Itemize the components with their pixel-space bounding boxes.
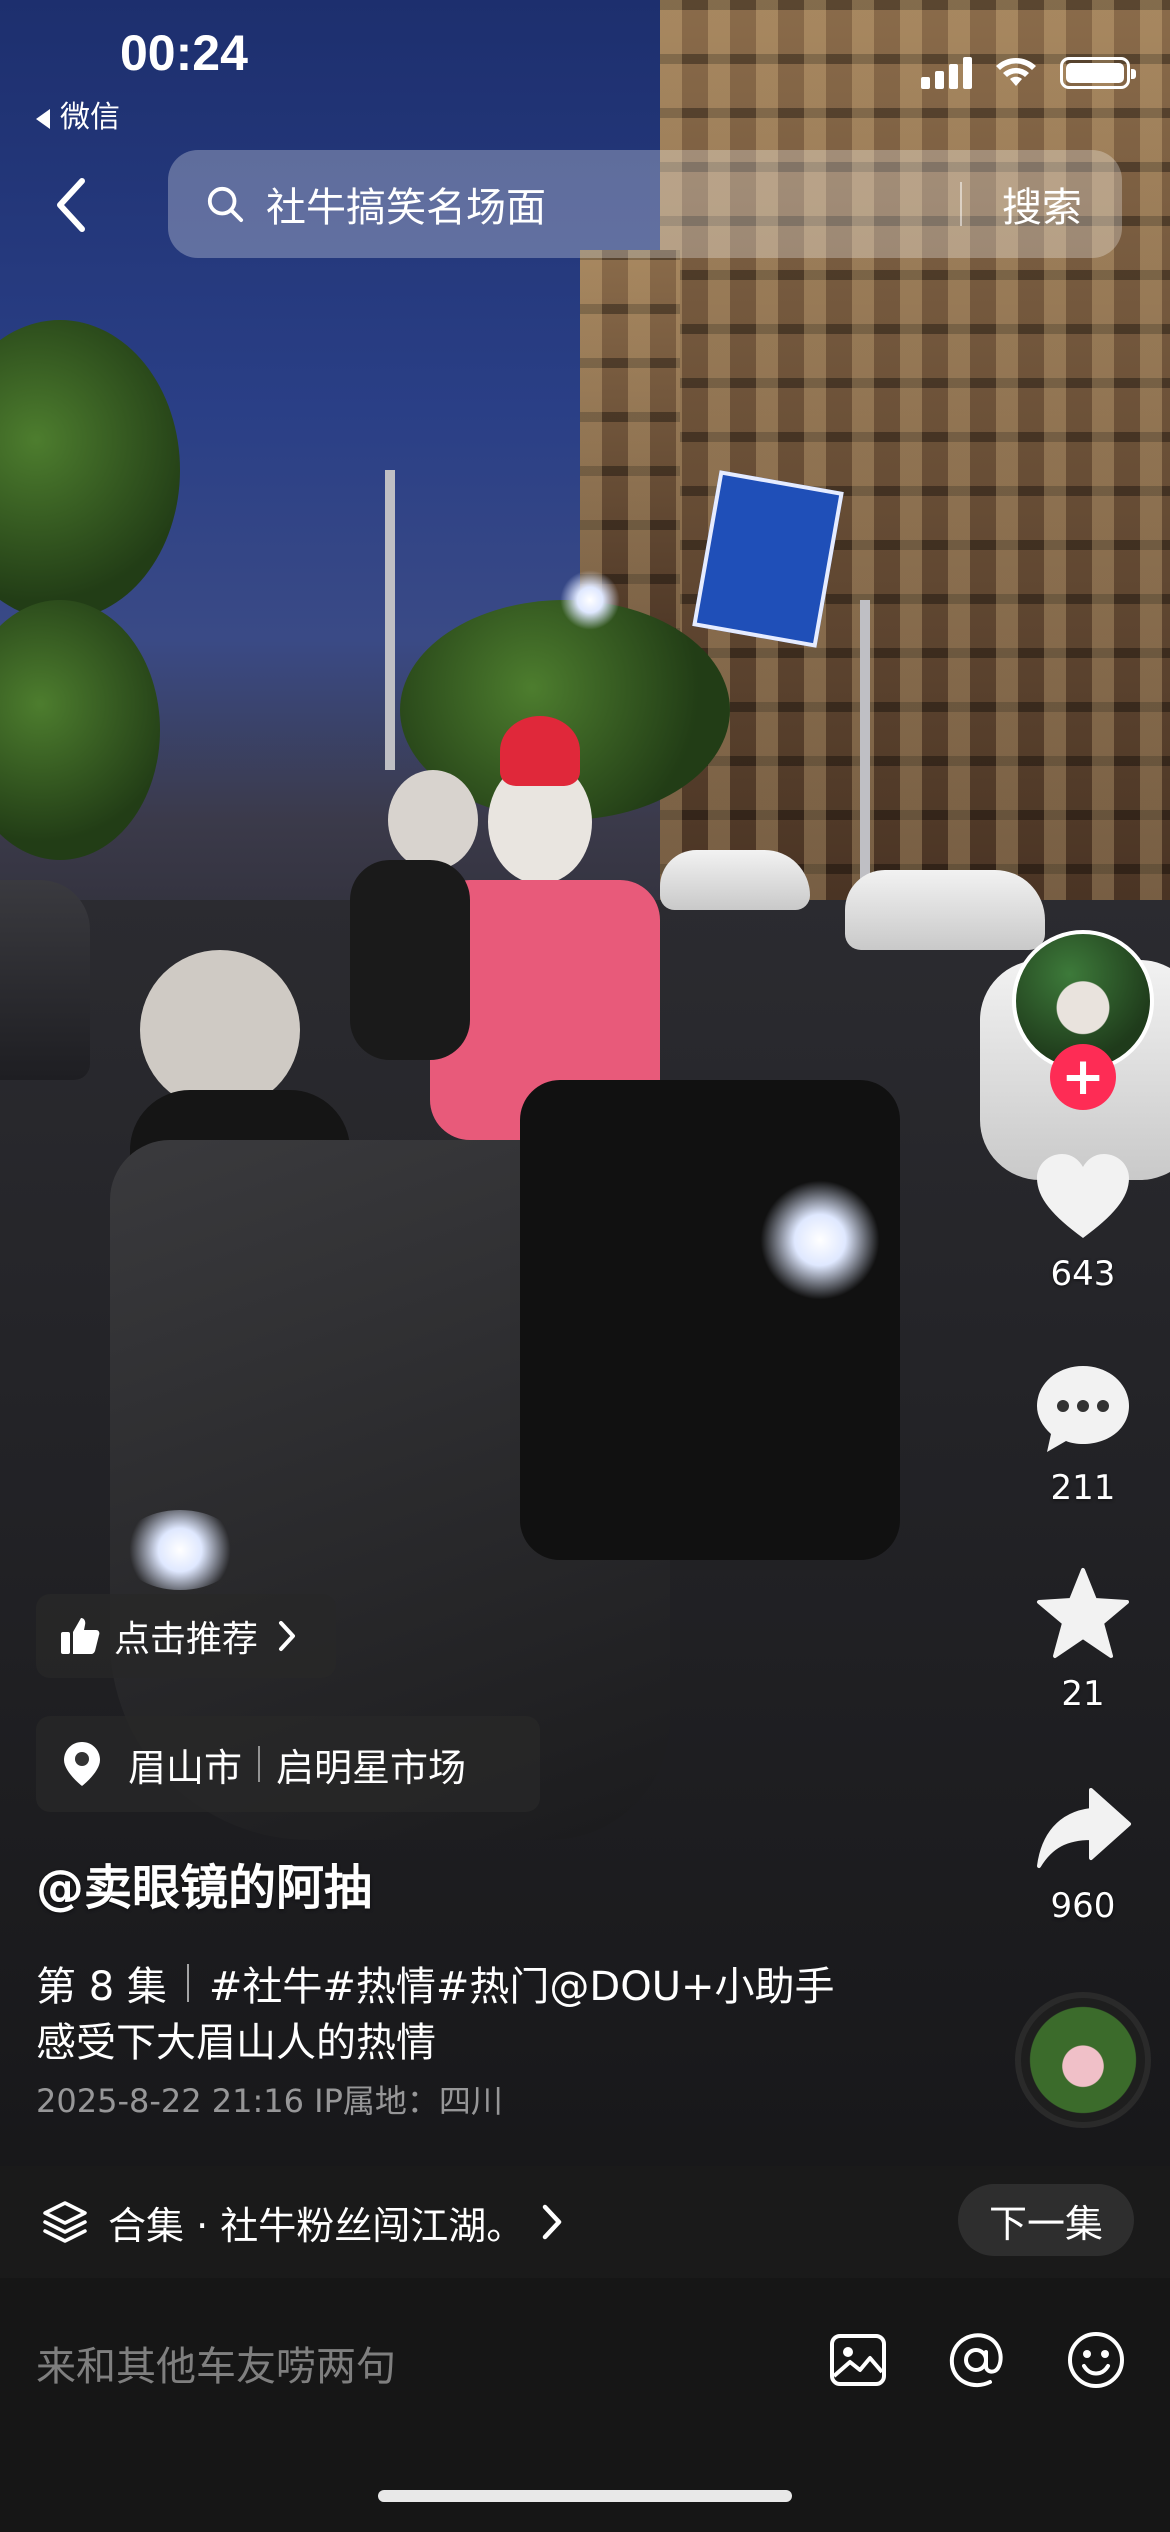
collection-bar[interactable]: 合集 · 社牛粉丝闯江湖。 下一集 bbox=[0, 2166, 1170, 2278]
collection-title: 合集 · 社牛粉丝闯江湖。 bbox=[108, 2203, 525, 2248]
mention-icon[interactable] bbox=[944, 2328, 1008, 2392]
rider-helmet bbox=[140, 950, 300, 1110]
emoji-icon[interactable] bbox=[1064, 2328, 1128, 2392]
back-arrow-icon bbox=[57, 178, 85, 232]
motorcycle bbox=[520, 1080, 900, 1560]
recommend-label: 点击推荐 bbox=[114, 1619, 259, 1660]
back-to-app[interactable]: 微信 bbox=[36, 92, 120, 136]
comment-button[interactable]: 211 bbox=[1030, 1360, 1136, 1508]
battery-level bbox=[1066, 63, 1124, 83]
follow-plus-icon[interactable]: + bbox=[1050, 1044, 1116, 1110]
rider-mask bbox=[388, 770, 478, 870]
tower bbox=[385, 470, 395, 770]
location-place: 启明星市场 bbox=[276, 1745, 467, 1790]
screen: 00:24 微信 社牛搞笑名场面 搜索 + 643 211 21 960 点击推… bbox=[0, 0, 1170, 2532]
chevron-right-icon bbox=[279, 1621, 296, 1651]
location-city: 眉山市 bbox=[128, 1745, 243, 1790]
like-count: 643 bbox=[1050, 1254, 1116, 1294]
caption-line: 第 8 集 #社牛#热情#热门@DOU+小助手 bbox=[36, 1954, 835, 2012]
rider-mohawk bbox=[500, 716, 580, 786]
tree bbox=[0, 600, 160, 860]
episode-label[interactable]: 第 8 集 bbox=[36, 1954, 167, 2012]
search-button[interactable]: 搜索 bbox=[962, 175, 1122, 233]
caption-divider bbox=[186, 1964, 189, 2002]
layers-icon bbox=[43, 2201, 87, 2243]
search-icon bbox=[207, 186, 244, 223]
music-disc[interactable] bbox=[1015, 1992, 1151, 2128]
author-name[interactable]: @卖眼镜的阿抽 bbox=[36, 1848, 372, 1918]
heart-icon bbox=[1037, 1154, 1129, 1238]
tree bbox=[0, 320, 180, 620]
status-icons bbox=[921, 56, 1136, 90]
sign-pole bbox=[860, 600, 870, 900]
favorite-button[interactable]: 21 bbox=[1030, 1566, 1136, 1714]
star-icon bbox=[1037, 1568, 1129, 1658]
share-button[interactable]: 960 bbox=[1030, 1784, 1136, 1926]
home-indicator[interactable] bbox=[378, 2490, 792, 2502]
back-button[interactable] bbox=[40, 170, 100, 240]
recommend-button[interactable]: 点击推荐 bbox=[36, 1594, 336, 1678]
rider-shirt bbox=[350, 860, 470, 1060]
favorite-count: 21 bbox=[1061, 1674, 1105, 1714]
description: 感受下大眉山人的热情 bbox=[36, 2020, 436, 2066]
post-meta: 2025-8-22 21:16 IP属地：四川 bbox=[36, 2082, 503, 2120]
status-bar: 00:24 微信 bbox=[0, 0, 1170, 140]
comment-input[interactable]: 来和其他车友唠两句 bbox=[36, 2334, 396, 2392]
clock: 00:24 bbox=[120, 25, 248, 81]
image-icon[interactable] bbox=[826, 2328, 890, 2392]
car bbox=[0, 880, 90, 1080]
search-bar[interactable]: 社牛搞笑名场面 搜索 bbox=[168, 150, 1122, 258]
like-button[interactable]: 643 bbox=[1030, 1150, 1136, 1294]
comment-count: 211 bbox=[1050, 1468, 1116, 1508]
location-tag[interactable]: 眉山市 启明星市场 bbox=[36, 1716, 540, 1812]
location-divider bbox=[258, 1746, 261, 1782]
thumbs-up-icon bbox=[61, 1618, 100, 1654]
car bbox=[660, 850, 810, 910]
share-icon bbox=[1037, 1788, 1131, 1868]
back-triangle-icon bbox=[36, 108, 50, 129]
hashtags[interactable]: #社牛#热情#热门@DOU+小助手 bbox=[209, 1954, 835, 2012]
back-app-label: 微信 bbox=[60, 100, 120, 135]
car bbox=[845, 870, 1045, 950]
location-pin-icon bbox=[64, 1742, 100, 1786]
headlight bbox=[760, 1180, 880, 1300]
cellular-signal-icon bbox=[921, 57, 972, 89]
chevron-right-icon bbox=[543, 2204, 562, 2240]
video-player[interactable] bbox=[0, 0, 1170, 2280]
street-light bbox=[560, 570, 620, 630]
battery-icon bbox=[1060, 57, 1136, 89]
comment-icon bbox=[1037, 1366, 1129, 1452]
headlight bbox=[120, 1510, 240, 1590]
share-count: 960 bbox=[1050, 1886, 1116, 1926]
search-query[interactable]: 社牛搞笑名场面 bbox=[266, 175, 960, 233]
next-episode-button[interactable]: 下一集 bbox=[958, 2184, 1134, 2256]
wifi-icon bbox=[996, 58, 1036, 86]
